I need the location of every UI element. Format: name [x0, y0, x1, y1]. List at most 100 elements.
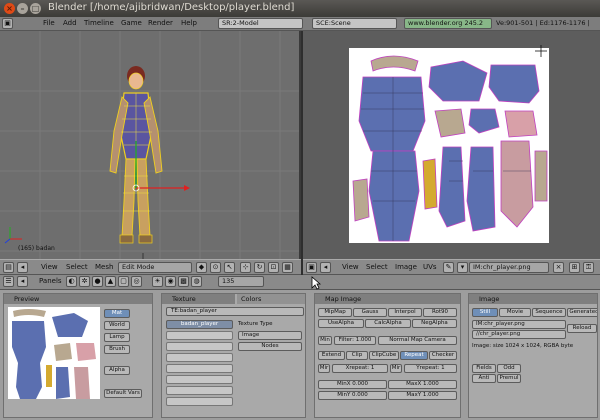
minx-field[interactable]: MinX 0.000 — [318, 380, 387, 389]
image-sequence-tab[interactable]: Sequence — [532, 308, 566, 317]
fields-toggle[interactable]: Fields — [472, 364, 496, 373]
scene-selector[interactable]: SCE:Scene — [312, 18, 397, 29]
antialias-toggle[interactable]: Anti — [472, 374, 496, 383]
lamp-subcontext-icon[interactable]: ☀ — [152, 276, 163, 287]
texture-type-select[interactable]: Image — [238, 331, 302, 340]
menu-panels[interactable]: Panels — [39, 277, 62, 285]
menu-view[interactable]: View — [41, 263, 58, 271]
preview-world-button[interactable]: World — [104, 321, 130, 330]
mirror-x-toggle[interactable]: Mir — [318, 364, 330, 373]
3d-viewport[interactable]: (165) badan — [0, 31, 301, 259]
texture-slot-8[interactable] — [166, 397, 233, 406]
image-still-tab[interactable]: Still — [472, 308, 498, 317]
pivot-icon[interactable]: ⊙ — [210, 262, 221, 273]
close-window-button[interactable]: × — [4, 3, 15, 14]
normal-map-select[interactable]: Normal Map Camera — [378, 336, 457, 345]
colors-tab[interactable]: Colors — [237, 294, 305, 304]
uv-image-editor[interactable] — [303, 31, 600, 259]
texture-slot-1[interactable]: badan_player — [166, 320, 233, 329]
filter-field[interactable]: Filter: 1.000 — [334, 336, 376, 345]
extend-button[interactable]: Extend — [318, 351, 345, 360]
scene-context-icon[interactable]: ◎ — [131, 276, 142, 287]
pack-image-icon[interactable]: ⊞ — [569, 262, 580, 273]
translate-icon[interactable]: ⊹ — [240, 262, 251, 273]
usealpha-toggle[interactable]: UseAlpha — [318, 319, 364, 328]
rot90-toggle[interactable]: Rot90 — [423, 308, 457, 317]
mirror-y-toggle[interactable]: Mir — [390, 364, 402, 373]
nodes-button[interactable]: Nodes — [238, 342, 302, 351]
menu-view[interactable]: View — [342, 263, 359, 271]
uv-canvas[interactable] — [303, 31, 600, 259]
default-vars-button[interactable]: Default Vars — [104, 389, 142, 398]
maximize-window-button[interactable]: □ — [30, 3, 41, 14]
texture-name-field[interactable]: TE:badan_player — [166, 307, 304, 316]
calcalpha-toggle[interactable]: CalcAlpha — [365, 319, 411, 328]
miny-field[interactable]: MinY 0.000 — [318, 391, 387, 400]
collapse-menu-icon[interactable]: ◂ — [17, 262, 28, 273]
script-context-icon[interactable]: ✲ — [79, 276, 90, 287]
menu-add[interactable]: Add — [63, 19, 77, 27]
editor-type-icon[interactable]: ☰ — [3, 276, 14, 287]
texture-slot-4[interactable] — [166, 353, 233, 362]
uv-islands[interactable] — [352, 55, 548, 242]
menu-mesh[interactable]: Mesh — [95, 263, 113, 271]
editor-type-icon[interactable]: ▣ — [2, 18, 13, 29]
scale-icon[interactable]: ⊡ — [268, 262, 279, 273]
texture-slot-3[interactable] — [166, 342, 233, 351]
menu-select[interactable]: Select — [66, 263, 88, 271]
3d-scene[interactable] — [0, 31, 301, 259]
image-generated-tab[interactable]: Generated — [567, 308, 597, 317]
reload-button[interactable]: Reload — [567, 324, 597, 333]
texture-subcontext-icon[interactable]: ▩ — [178, 276, 189, 287]
checker-button[interactable]: Checker — [429, 351, 457, 360]
close-image-icon[interactable]: × — [553, 262, 564, 273]
shading-icon[interactable]: ◆ — [196, 262, 207, 273]
min-toggle[interactable]: Min — [318, 336, 332, 345]
editor-type-icon[interactable]: ▤ — [3, 262, 14, 273]
menu-uvs[interactable]: UVs — [423, 263, 437, 271]
mipmap-toggle[interactable]: MipMap — [318, 308, 352, 317]
texture-slot-7[interactable] — [166, 386, 233, 395]
frame-field[interactable]: 135 — [218, 276, 264, 287]
preview-brush-button[interactable]: Brush — [104, 345, 130, 354]
gauss-toggle[interactable]: Gauss — [353, 308, 387, 317]
material-subcontext-icon[interactable]: ◉ — [165, 276, 176, 287]
interpol-toggle[interactable]: Interpol — [388, 308, 422, 317]
menu-file[interactable]: File — [43, 19, 55, 27]
preview-lamp-button[interactable]: Lamp — [104, 333, 130, 342]
blender-url-link[interactable]: www.blender.org 245.2 — [404, 18, 492, 29]
preview-alpha-button[interactable]: Alpha — [104, 366, 130, 375]
menu-render[interactable]: Render — [148, 19, 173, 27]
texture-tab[interactable]: Texture — [162, 294, 235, 304]
clipcube-button[interactable]: ClipCube — [369, 351, 399, 360]
world-subcontext-icon[interactable]: ◍ — [191, 276, 202, 287]
lock-icon[interactable]: ⚿ — [583, 262, 594, 273]
rotate-icon[interactable]: ↻ — [254, 262, 265, 273]
image-path-field[interactable]: //chr_player.png — [472, 330, 566, 339]
xrepeat-field[interactable]: Xrepeat: 1 — [332, 364, 388, 373]
collapse-menu-icon[interactable]: ◂ — [320, 262, 331, 273]
layer-icon[interactable]: ▦ — [282, 262, 293, 273]
screen-selector[interactable]: SR:2-Model — [218, 18, 303, 29]
menu-timeline[interactable]: Timeline — [84, 19, 114, 27]
texture-slot-2[interactable] — [166, 331, 233, 340]
collapse-menu-icon[interactable]: ◂ — [17, 276, 28, 287]
menu-game[interactable]: Game — [121, 19, 142, 27]
minimize-window-button[interactable]: – — [17, 3, 28, 14]
editing-context-icon[interactable]: ▢ — [118, 276, 129, 287]
texture-slot-6[interactable] — [166, 375, 233, 384]
negalpha-toggle[interactable]: NegAlpha — [412, 319, 457, 328]
repeat-button[interactable]: Repeat — [400, 351, 428, 360]
menu-image[interactable]: Image — [395, 263, 417, 271]
shading-context-icon[interactable]: ● — [92, 276, 103, 287]
menu-help[interactable]: Help — [181, 19, 197, 27]
pin-icon[interactable]: ✎ — [443, 262, 454, 273]
object-context-icon[interactable]: ▲ — [105, 276, 116, 287]
maxx-field[interactable]: MaxX 1.000 — [388, 380, 457, 389]
image-datablock-field[interactable]: IM:chr_player.png — [472, 320, 566, 329]
image-name-field[interactable]: IM:chr_player.png — [469, 262, 549, 273]
maxy-field[interactable]: MaxY 1.000 — [388, 391, 457, 400]
browse-image-icon[interactable]: ▾ — [457, 262, 468, 273]
image-movie-tab[interactable]: Movie — [499, 308, 531, 317]
editor-type-icon[interactable]: ▣ — [306, 262, 317, 273]
